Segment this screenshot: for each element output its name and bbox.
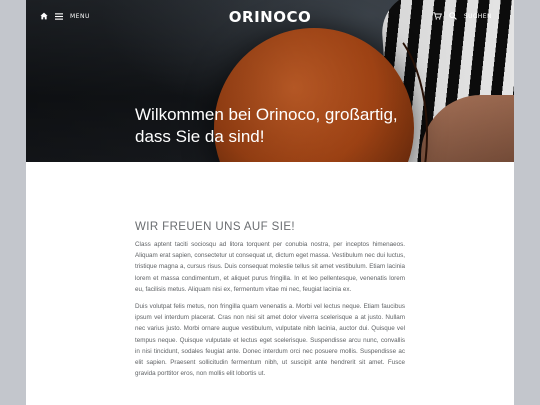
hero-title-line-2: dass Sie da sind! bbox=[135, 127, 265, 146]
top-navigation: MENU ORINOCO SUCHEN bbox=[26, 0, 514, 34]
paragraph-1: Class aptent taciti sociosqu ad litora t… bbox=[135, 241, 405, 293]
nav-right: SUCHEN bbox=[432, 12, 492, 20]
search-icon[interactable] bbox=[449, 12, 457, 20]
section-heading: WIR FREUEN UNS AUF SIE! bbox=[135, 221, 295, 233]
hero-title-line-1: Wilkommen bei Orinoco, großartig, bbox=[135, 105, 398, 124]
page: MENU ORINOCO SUCHEN Wilkommen bei Orinoc… bbox=[26, 0, 514, 405]
search-label[interactable]: SUCHEN bbox=[464, 13, 492, 20]
hero-title: Wilkommen bei Orinoco, großartig, dass S… bbox=[135, 104, 455, 148]
hero-banner: MENU ORINOCO SUCHEN Wilkommen bei Orinoc… bbox=[26, 0, 514, 162]
cart-icon[interactable] bbox=[432, 12, 442, 20]
main-content: WIR FREUEN UNS AUF SIE! Class aptent tac… bbox=[135, 221, 405, 385]
paragraph-2: Duis volutpat felis metus, non fringilla… bbox=[135, 303, 405, 378]
